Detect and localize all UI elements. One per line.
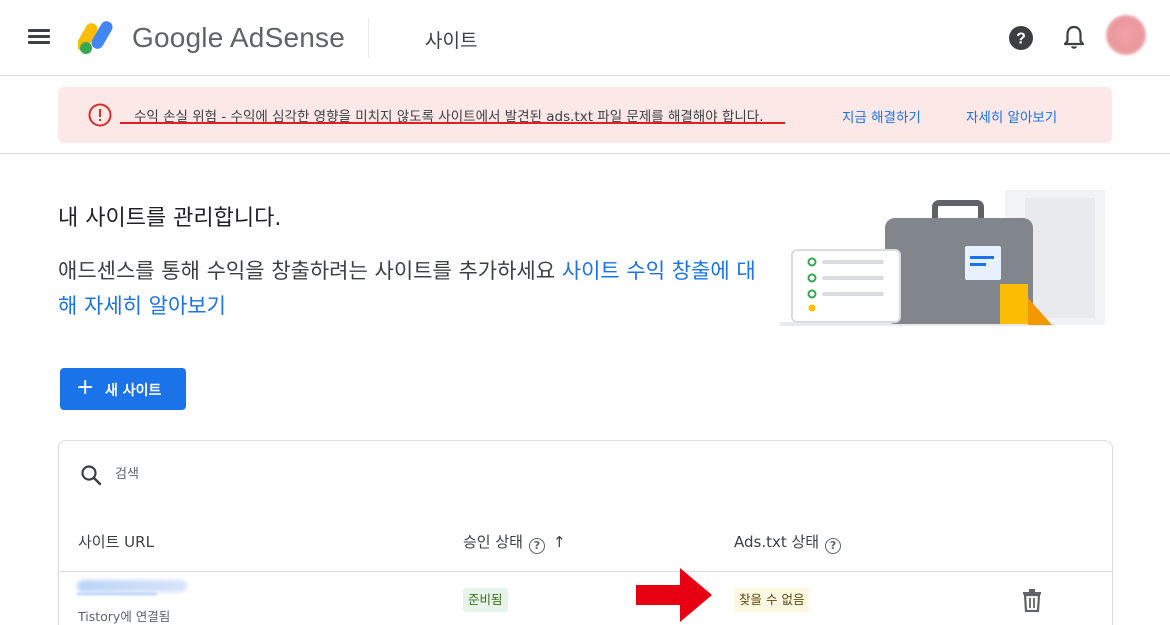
column-header-site-url[interactable]: 사이트 URL bbox=[78, 531, 154, 552]
adstxt-status-badge: 찾을 수 없음 bbox=[734, 588, 810, 612]
help-circle-icon[interactable]: ? bbox=[528, 538, 545, 554]
site-url-redacted[interactable] bbox=[77, 580, 187, 592]
search-input[interactable] bbox=[115, 461, 415, 487]
sort-ascending-icon[interactable]: ↑ bbox=[553, 533, 566, 551]
add-icon: + bbox=[76, 375, 95, 400]
page-title: 사이트 bbox=[425, 30, 478, 52]
help-icon[interactable]: ? bbox=[1008, 25, 1034, 51]
ads-txt-alert-banner: 수익 손실 위험 - 수익에 심각한 영향을 미치지 않도록 사이트에서 발견된… bbox=[58, 87, 1112, 143]
approval-status-label: 승인 상태 bbox=[463, 533, 523, 551]
notification-bell-icon[interactable] bbox=[1061, 24, 1087, 52]
fix-now-link[interactable]: 지금 해결하기 bbox=[842, 106, 921, 126]
site-url-underline bbox=[77, 593, 157, 595]
hero-title: 내 사이트를 관리합니다. bbox=[58, 206, 282, 231]
account-avatar[interactable] bbox=[1106, 15, 1146, 55]
svg-text:?: ? bbox=[1016, 31, 1026, 48]
hero-description-text: 애드센스를 통해 수익을 창출하려는 사이트를 추가하세요 bbox=[58, 259, 556, 283]
column-header-adstxt-status[interactable]: Ads.txt 상태? bbox=[734, 531, 842, 554]
hero-description: 애드센스를 통해 수익을 창출하려는 사이트를 추가하세요 사이트 수익 창출에… bbox=[58, 254, 773, 324]
sites-table: 사이트 URL 승인 상태? ↑ Ads.txt 상태? Tistory에 연결됨… bbox=[58, 440, 1113, 625]
help-circle-icon[interactable]: ? bbox=[825, 538, 842, 554]
section-divider bbox=[0, 153, 1170, 154]
top-app-bar: Google AdSense 사이트 ? bbox=[0, 0, 1170, 76]
column-header-approval-status[interactable]: 승인 상태? ↑ bbox=[463, 531, 566, 554]
red-underline-annotation bbox=[120, 122, 785, 124]
header-divider bbox=[368, 18, 369, 58]
table-header-divider bbox=[59, 571, 1112, 572]
briefcase-illustration bbox=[780, 190, 1105, 326]
new-site-button[interactable]: + 새 사이트 bbox=[60, 368, 186, 410]
approval-status-badge: 준비됨 bbox=[463, 588, 508, 612]
search-icon bbox=[81, 465, 102, 486]
adstxt-status-label: Ads.txt 상태 bbox=[734, 533, 820, 551]
red-arrow-annotation bbox=[636, 568, 712, 622]
menu-icon[interactable] bbox=[26, 26, 52, 48]
adsense-logo-icon bbox=[78, 21, 113, 54]
new-site-button-label: 새 사이트 bbox=[105, 383, 162, 399]
platform-connection-text: Tistory에 연결됨 bbox=[78, 609, 171, 624]
trash-icon[interactable] bbox=[1021, 588, 1043, 612]
learn-more-link[interactable]: 자세히 알아보기 bbox=[966, 106, 1057, 126]
error-icon bbox=[88, 103, 112, 127]
app-name: Google AdSense bbox=[132, 22, 345, 53]
